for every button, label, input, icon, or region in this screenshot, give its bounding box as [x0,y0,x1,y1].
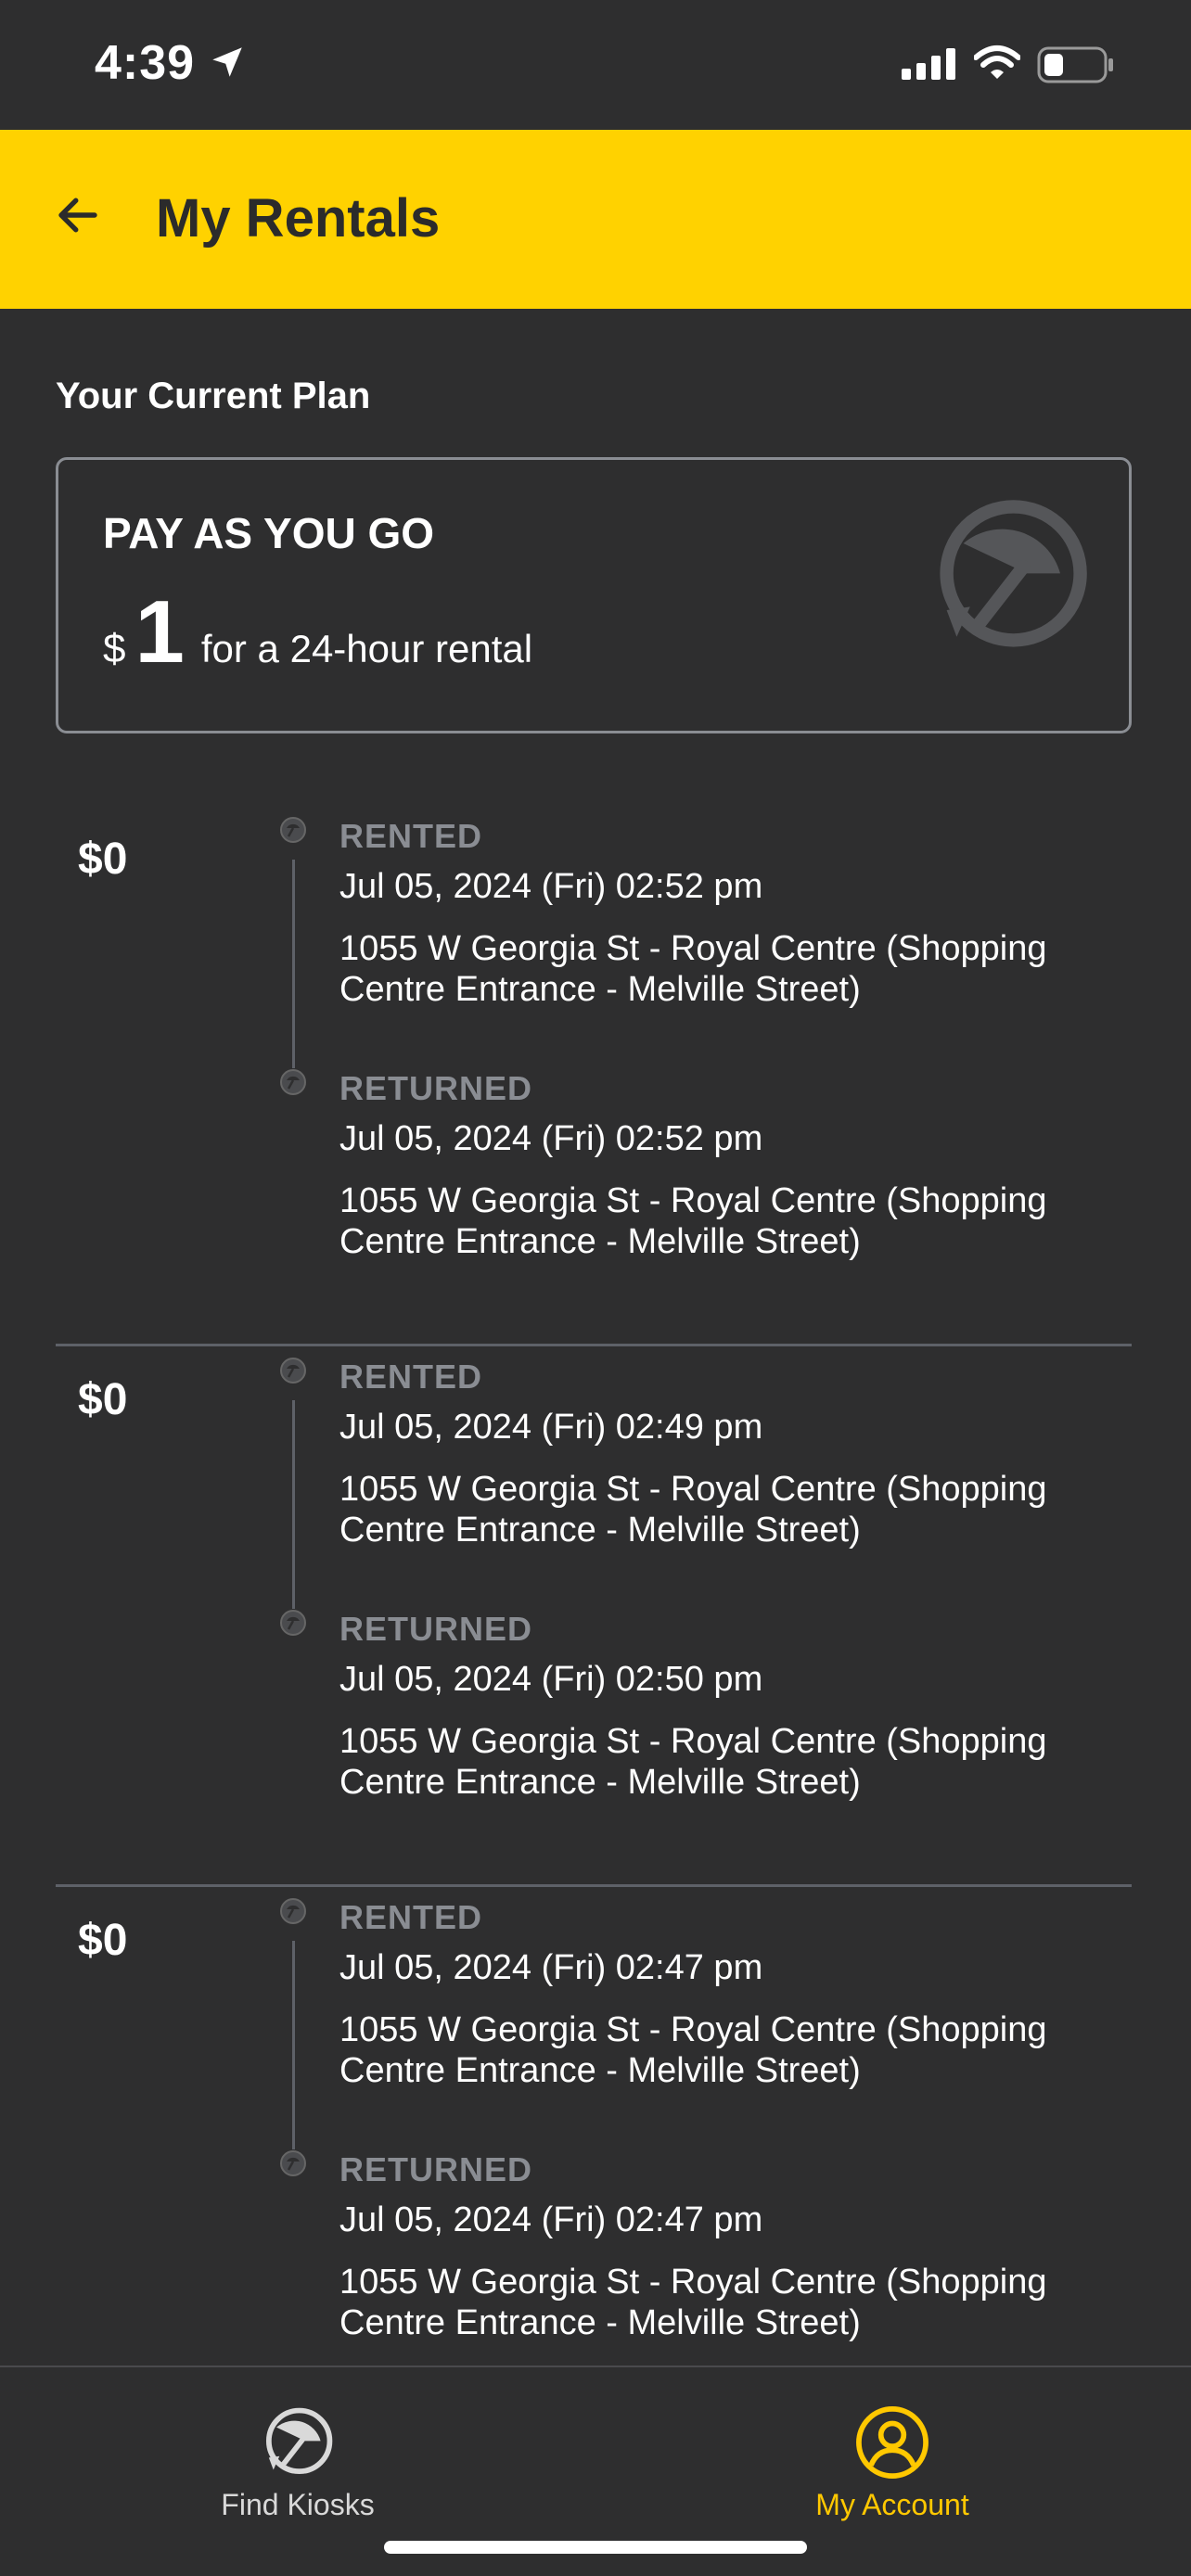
umbrella-logo-icon [265,2407,333,2475]
returned-event: RETURNED Jul 05, 2024 (Fri) 02:52 pm 105… [339,1067,1119,1262]
tab-label: Find Kiosks [221,2488,375,2521]
event-time: Jul 05, 2024 (Fri) 02:49 pm [339,1408,763,1447]
arrow-left-icon [58,198,97,233]
rentals-content[interactable]: Your Current Plan PAY AS YOU GO $ 1 for … [0,309,1191,2366]
back-button[interactable] [50,187,106,243]
plan-heading: Your Current Plan [56,376,371,416]
event-label: RETURNED [339,1610,533,1648]
umbrella-dot-icon [279,1068,307,1096]
event-location: 1055 W Georgia St - Royal Centre (Shoppi… [339,929,1047,1009]
plan-price: $ 1 for a 24-hour rental [103,588,532,677]
timeline-line [292,860,295,1068]
umbrella-dot-icon [279,2149,307,2177]
umbrella-dot-icon [279,1357,307,1384]
rental-amount: $0 [78,1916,128,1965]
plan-description: for a 24-hour rental [200,627,533,670]
plan-amount: 1 [134,582,185,682]
umbrella-logo-icon [927,493,1094,665]
event-time: Jul 05, 2024 (Fri) 02:52 pm [339,1119,763,1158]
rental-item[interactable]: $0 RENTED Jul 05, 2024 (Fri) 02:47 pm 10… [56,1887,1132,2366]
home-indicator[interactable] [384,2541,807,2554]
page-title: My Rentals [156,188,441,249]
location-arrow-icon [208,43,247,86]
status-bar: 4:39 [0,0,1191,130]
event-label: RENTED [339,1898,483,1936]
event-label: RENTED [339,1358,483,1396]
cellular-signal-icon [902,48,957,86]
event-location: 1055 W Georgia St - Royal Centre (Shoppi… [339,1181,1047,1261]
rented-event: RENTED Jul 05, 2024 (Fri) 02:52 pm 1055 … [339,815,1119,1010]
timeline-line [292,1400,295,1609]
umbrella-dot-icon [279,816,307,844]
event-time: Jul 05, 2024 (Fri) 02:47 pm [339,1948,763,1987]
wifi-icon [973,45,1021,86]
tab-find-kiosks[interactable]: Find Kiosks [159,2404,437,2522]
rental-item[interactable]: $0 RENTED Jul 05, 2024 (Fri) 02:52 pm 10… [56,806,1132,1346]
event-label: RENTED [339,817,483,855]
event-time: Jul 05, 2024 (Fri) 02:50 pm [339,1660,763,1699]
rental-item[interactable]: $0 RENTED Jul 05, 2024 (Fri) 02:49 pm 10… [56,1346,1132,1887]
plan-name: PAY AS YOU GO [103,509,435,557]
rented-event: RENTED Jul 05, 2024 (Fri) 02:47 pm 1055 … [339,1896,1119,2091]
timeline-line [292,1941,295,2149]
event-label: RETURNED [339,2150,533,2188]
plan-currency: $ [103,626,126,671]
event-label: RETURNED [339,1069,533,1107]
rented-event: RENTED Jul 05, 2024 (Fri) 02:49 pm 1055 … [339,1356,1119,1550]
rental-amount: $0 [78,835,128,884]
tab-my-account[interactable]: My Account [753,2404,1031,2522]
event-time: Jul 05, 2024 (Fri) 02:47 pm [339,2200,763,2239]
umbrella-dot-icon [279,1609,307,1637]
umbrella-dot-icon [279,1897,307,1925]
event-location: 1055 W Georgia St - Royal Centre (Shoppi… [339,1722,1047,1802]
rental-amount: $0 [78,1375,128,1424]
event-location: 1055 W Georgia St - Royal Centre (Shoppi… [339,2263,1047,2342]
returned-event: RETURNED Jul 05, 2024 (Fri) 02:47 pm 105… [339,2149,1119,2343]
event-time: Jul 05, 2024 (Fri) 02:52 pm [339,867,763,906]
event-location: 1055 W Georgia St - Royal Centre (Shoppi… [339,1470,1047,1549]
plan-card: PAY AS YOU GO $ 1 for a 24-hour rental [56,457,1132,733]
returned-event: RETURNED Jul 05, 2024 (Fri) 02:50 pm 105… [339,1608,1119,1803]
event-location: 1055 W Georgia St - Royal Centre (Shoppi… [339,2010,1047,2090]
app-header: My Rentals [0,130,1191,309]
user-circle-icon [856,2406,928,2479]
status-time: 4:39 [95,36,196,90]
battery-icon [1037,46,1115,88]
tab-label: My Account [815,2488,969,2521]
